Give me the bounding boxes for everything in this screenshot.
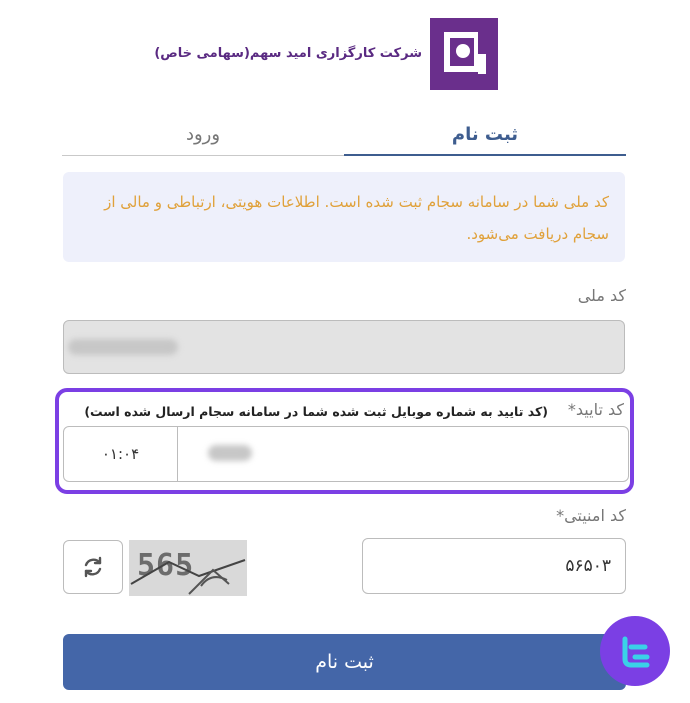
auth-tabs: ثبت نام ورود — [62, 116, 626, 158]
redacted-value — [208, 445, 252, 461]
verification-label: کد تایید* — [567, 400, 624, 419]
security-code-label: کد امنیتی* — [556, 506, 626, 525]
security-code-input[interactable]: ۵۶۵۰۳ — [362, 538, 626, 594]
tab-login[interactable]: ورود — [62, 116, 344, 156]
refresh-icon — [84, 556, 102, 578]
info-notice: کد ملی شما در سامانه سجام ثبت شده است. ا… — [63, 172, 625, 262]
company-name: شرکت کارگزاری امید سهم(سهامی خاص) — [154, 46, 422, 61]
verification-row: ۰۱:۰۴ — [63, 426, 629, 482]
verification-code-input[interactable] — [186, 427, 626, 481]
national-code-label: کد ملی — [577, 286, 626, 305]
company-logo-icon — [430, 18, 498, 90]
header: شرکت کارگزاری امید سهم(سهامی خاص) — [0, 16, 690, 92]
countdown-timer: ۰۱:۰۴ — [64, 427, 178, 481]
tab-register[interactable]: ثبت نام — [344, 116, 626, 156]
verification-hint: (کد تایید به شماره موبایل ثبت شده شما در… — [84, 404, 548, 419]
captcha-noise — [130, 559, 246, 595]
refresh-captcha-button[interactable] — [63, 540, 123, 594]
verification-highlight: کد تایید* (کد تایید به شماره موبایل ثبت … — [55, 388, 634, 494]
register-submit-button[interactable]: ثبت نام — [63, 634, 626, 690]
national-code-field[interactable] — [63, 320, 625, 374]
captcha-image: 565 — [129, 540, 247, 596]
watermark-badge-icon — [600, 616, 670, 686]
redacted-value — [68, 339, 178, 355]
